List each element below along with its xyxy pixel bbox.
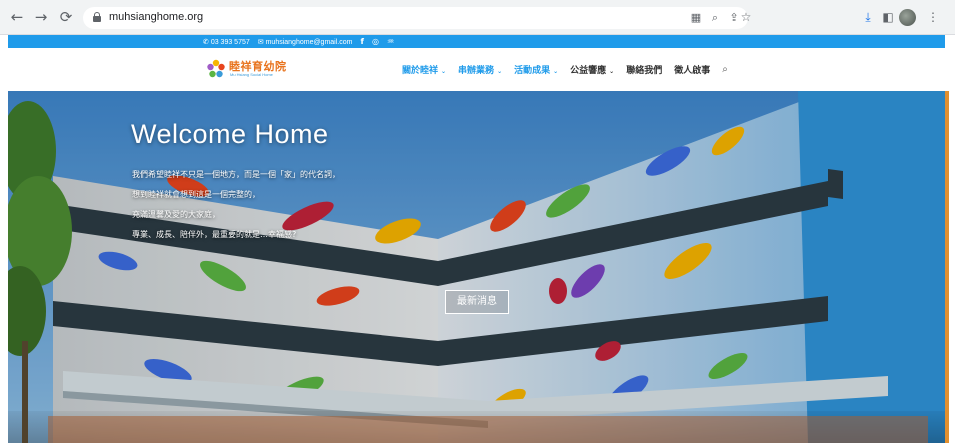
bookmark-star-icon[interactable]: ☆ xyxy=(738,9,754,25)
url-text[interactable]: muhsianghome.org xyxy=(109,11,203,23)
hero-text-line: 充滿溫馨及愛的大家庭， xyxy=(132,210,220,219)
address-bar[interactable]: muhsianghome.org ▦ ⌕ ⇪ xyxy=(83,7,748,29)
site-topbar: ✆ 03 393 5757 ✉ muhsianghome@gmail.com f… xyxy=(8,35,945,48)
hero-banner: Welcome Home 我們希望睦祥不只是一個地方，而是一個「家」的代名詞， … xyxy=(8,91,945,443)
kebab-menu-icon[interactable]: ⋮ xyxy=(925,9,941,25)
back-arrow-icon[interactable]: ← xyxy=(8,8,26,26)
flower-logo-icon xyxy=(207,59,225,78)
hero-text-line: 專業、成長、陪伴外，最重要的就是…幸福感? xyxy=(132,230,297,239)
browser-toolbar: ← → ⟳ muhsianghome.org ▦ ⌕ ⇪ ☆ ⤓ ◧ ⋮ xyxy=(0,0,955,35)
phone-number[interactable]: 03 393 5757 xyxy=(211,39,250,46)
reload-icon[interactable]: ⟳ xyxy=(57,8,75,26)
translate-icon[interactable]: ▦ xyxy=(688,10,704,26)
email-address[interactable]: muhsianghome@gmail.com xyxy=(266,39,353,46)
instagram-icon[interactable]: ◎ xyxy=(372,37,379,46)
rss-icon[interactable]: ♒ xyxy=(387,37,394,46)
menu-item-activities[interactable]: 活動成果 ⌄ xyxy=(514,63,558,76)
hero-text-line: 我們希望睦祥不只是一個地方，而是一個「家」的代名詞， xyxy=(132,170,340,179)
mail-icon: ✉ xyxy=(257,37,264,46)
chevron-down-icon: ⌄ xyxy=(497,68,503,75)
hero-title: Welcome Home xyxy=(131,119,329,149)
chevron-down-icon: ⌄ xyxy=(609,68,615,75)
chevron-down-icon: ⌄ xyxy=(441,68,447,75)
latest-news-button[interactable]: 最新消息 xyxy=(445,290,509,314)
site-logo[interactable]: 睦祥育幼院 Mu Hsiang Social Home xyxy=(206,57,286,81)
facebook-icon[interactable]: f xyxy=(360,37,363,46)
main-menu: 關於睦祥 ⌄ 串辦業務 ⌄ 活動成果 ⌄ 公益響應 ⌄ 聯絡我們 徵人啟事 ⌕ xyxy=(402,63,728,76)
menu-item-charity[interactable]: 公益響應 ⌄ xyxy=(570,63,614,76)
hero-text-line: 想到睦祥就會想到這是一個完整的， xyxy=(132,190,260,199)
download-icon[interactable]: ⤓ xyxy=(860,9,876,25)
menu-item-services[interactable]: 串辦業務 ⌄ xyxy=(458,63,502,76)
sidebar-icon[interactable]: ◧ xyxy=(880,9,896,25)
profile-avatar[interactable] xyxy=(899,9,916,26)
menu-item-about[interactable]: 關於睦祥 ⌄ xyxy=(402,63,446,76)
search-icon[interactable]: ⌕ xyxy=(722,64,728,75)
menu-item-contact[interactable]: 聯絡我們 xyxy=(626,63,662,76)
zoom-icon[interactable]: ⌕ xyxy=(707,10,723,26)
forward-arrow-icon[interactable]: → xyxy=(32,8,50,26)
chevron-down-icon: ⌄ xyxy=(553,68,559,75)
menu-item-jobs[interactable]: 徵人啟事 xyxy=(674,63,710,76)
logo-subtext: Mu Hsiang Social Home xyxy=(230,72,273,77)
page-edge xyxy=(949,35,955,443)
lock-icon xyxy=(93,12,101,22)
phone-icon: ✆ xyxy=(203,37,209,46)
site-header: 睦祥育幼院 Mu Hsiang Social Home 關於睦祥 ⌄ 串辦業務 ⌄ … xyxy=(8,48,945,91)
